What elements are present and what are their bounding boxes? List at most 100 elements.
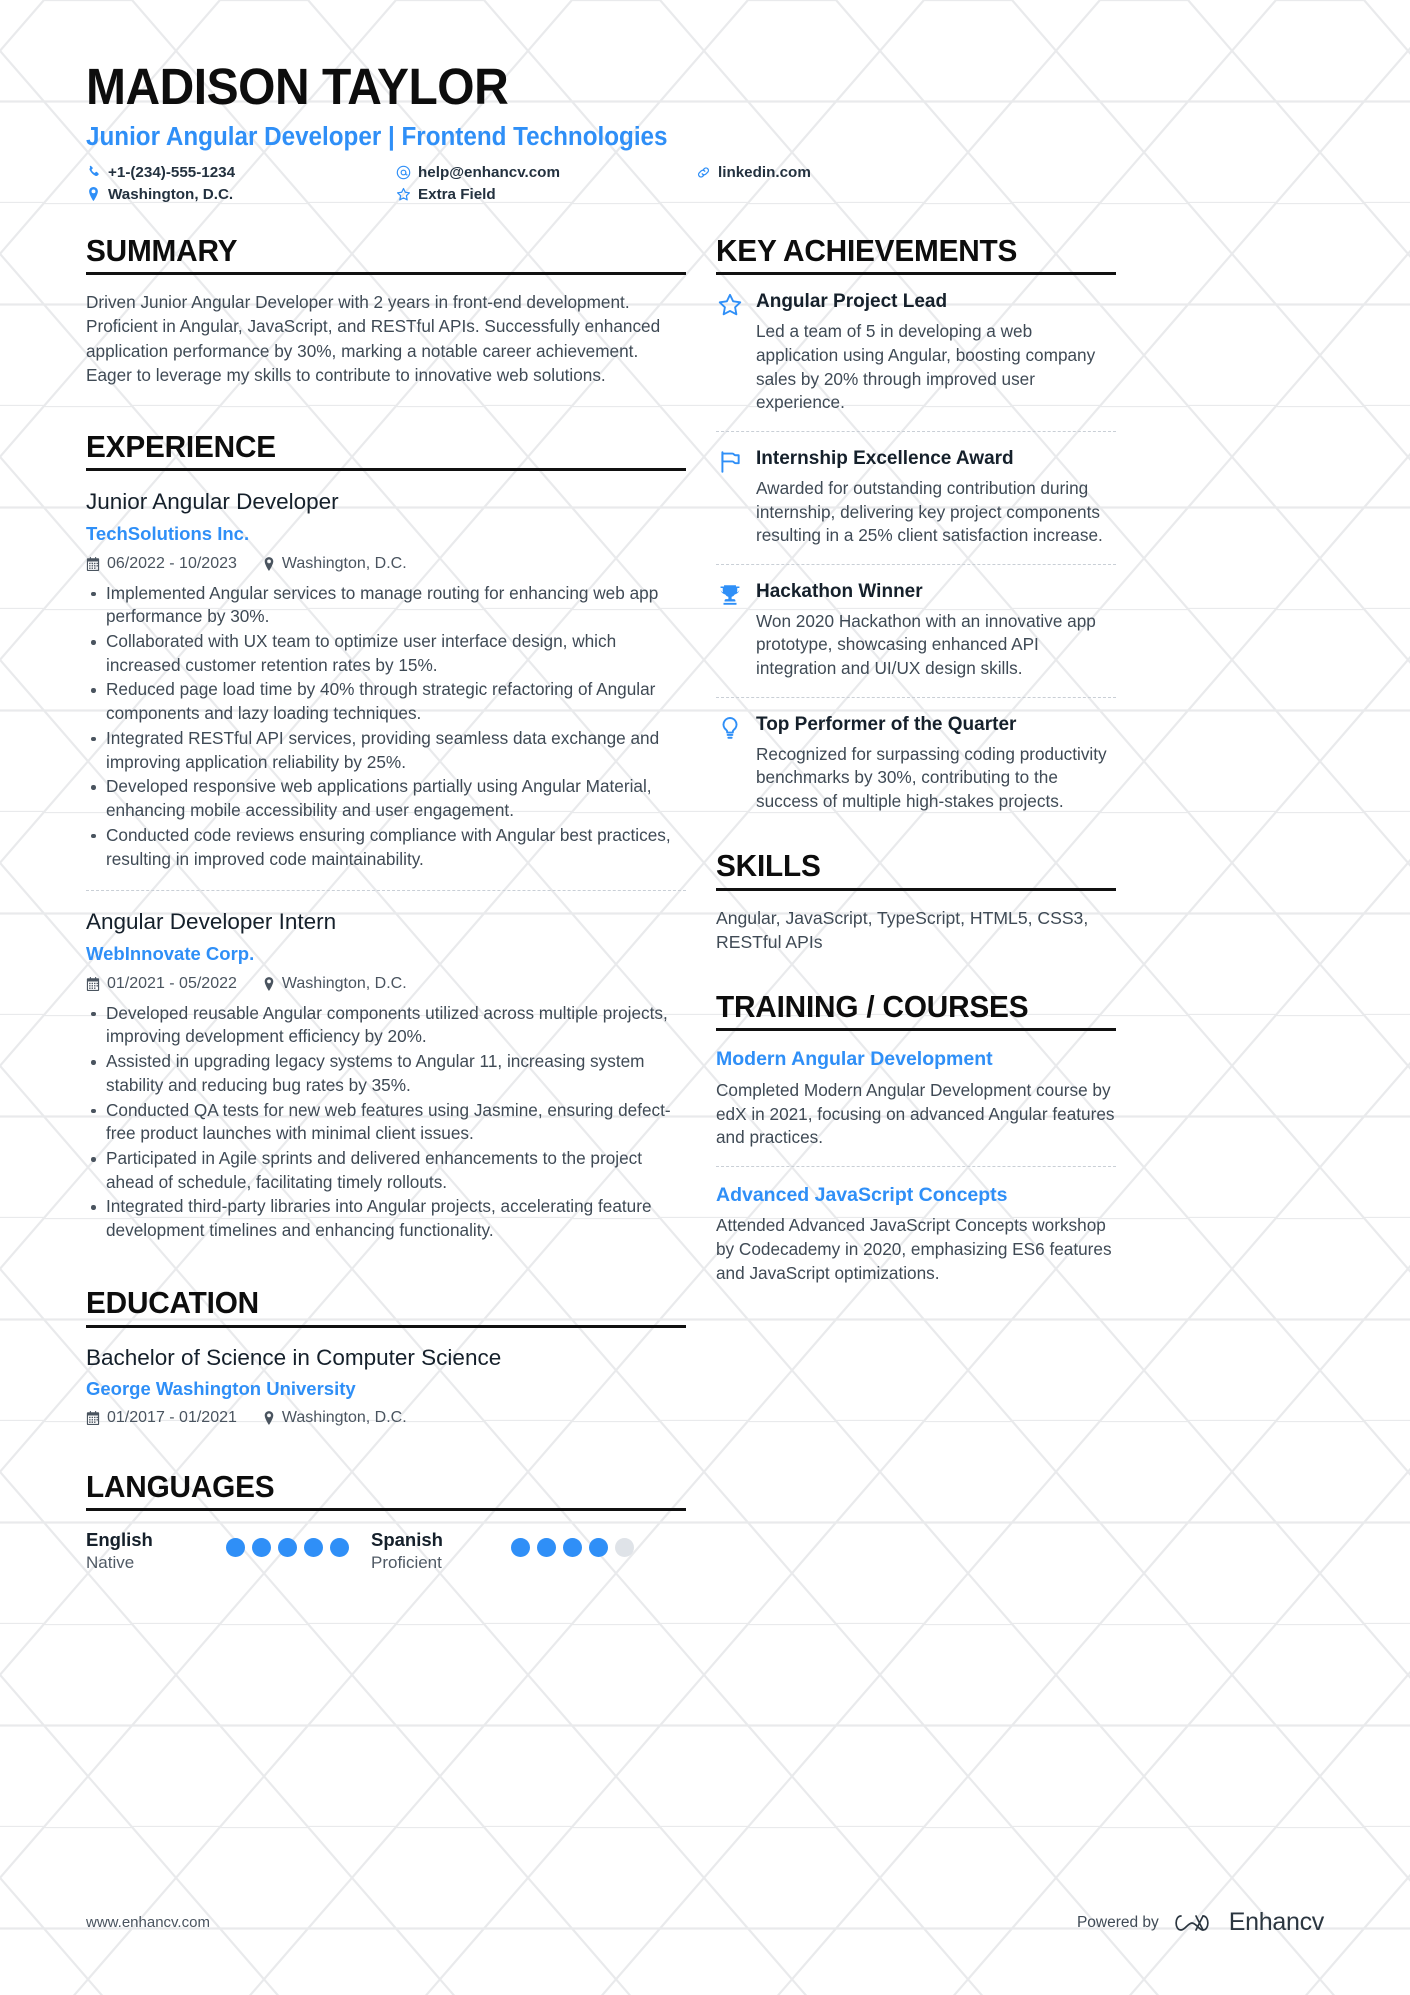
achievement-description: Led a team of 5 in developing a web appl… [756,321,1096,413]
section-summary: SUMMARY Driven Junior Angular Developer … [86,233,686,387]
achievement-item: Angular Project Lead Led a team of 5 in … [716,275,1116,415]
calendar-icon [86,976,100,991]
course-item: Modern Angular Development Completed Mod… [716,1031,1116,1150]
rating-dot [511,1538,530,1558]
footer-url[interactable]: www.enhancv.com [86,1914,210,1931]
resume-page: MADISON TAYLOR Junior Angular Developer … [0,0,1410,1995]
trophy-icon [716,580,744,681]
bullet-list: Developed reusable Angular components ut… [86,1002,686,1243]
entry-location: Washington, D.C. [263,555,407,573]
contact-email[interactable]: help@enhancv.com [396,164,696,181]
achievement-item: Internship Excellence Award Awarded for … [716,431,1116,548]
right-column: KEY ACHIEVEMENTS Angular Project Lead Le… [716,233,1116,1578]
degree-title: Bachelor of Science in Computer Science [86,1344,502,1370]
entry-location: Washington, D.C. [263,1409,407,1427]
list-item: Developed responsive web applications pa… [86,775,686,822]
rating-dot [304,1538,323,1558]
contact-location[interactable]: Washington, D.C. [86,186,396,203]
location-icon [86,187,101,202]
entry-meta: 01/2017 - 01/2021 Washington, D.C. [86,1409,686,1427]
section-rule [716,887,1116,891]
location-icon [263,556,275,571]
section-key-achievements: KEY ACHIEVEMENTS Angular Project Lead Le… [716,233,1116,814]
company-name: WebInnovate Corp. [86,943,255,965]
lightbulb-icon [716,713,744,814]
list-item: Reduced page load time by 40% through st… [86,678,686,725]
course-description: Completed Modern Angular Development cou… [716,1079,1115,1148]
headline: Junior Angular Developer | Frontend Tech… [86,123,668,152]
course-description: Attended Advanced JavaScript Concepts wo… [716,1215,1112,1283]
achievement-description: Recognized for surpassing coding product… [756,743,1107,812]
list-item: Integrated third-party libraries into An… [86,1195,686,1242]
course-title: Advanced JavaScript Concepts [716,1184,1008,1206]
language-list: English Native Spanish Proficient [86,1528,686,1573]
phone-icon [86,165,101,179]
job-title: Angular Developer Intern [86,909,337,935]
section-title-experience: EXPERIENCE [86,428,276,464]
location-icon [263,1410,275,1425]
skills-text: Angular, JavaScript, TypeScript, HTML5, … [716,907,1089,953]
contact-linkedin[interactable]: linkedin.com [696,164,1324,181]
list-item: Assisted in upgrading legacy systems to … [86,1050,686,1097]
contact-phone-text: +1-(234)-555-1234 [108,163,236,181]
list-item: Collaborated with UX team to optimize us… [86,630,686,677]
list-item: Developed reusable Angular components ut… [86,1002,686,1049]
contact-phone[interactable]: +1-(234)-555-1234 [86,164,396,181]
footer-branding: Powered by Enhancv [1077,1908,1324,1937]
achievement-title: Top Performer of the Quarter [756,713,1017,735]
list-item: Implemented Angular services to manage r… [86,582,686,629]
entry-dates: 06/2022 - 10/2023 [86,555,237,573]
calendar-icon [86,1410,100,1425]
section-education: EDUCATION Bachelor of Science in Compute… [86,1285,686,1427]
summary-text: Driven Junior Angular Developer with 2 y… [86,292,661,385]
entry-location-text: Washington, D.C. [281,1408,407,1426]
section-rule [86,1508,686,1512]
entry-dates: 01/2021 - 05/2022 [86,975,237,993]
enhancv-logo-icon [1172,1910,1216,1936]
rating-dot [589,1538,608,1558]
link-icon [696,165,711,180]
section-title-skills: SKILLS [716,847,821,883]
section-title-key-achievements: KEY ACHIEVEMENTS [716,232,1018,268]
course-item: Advanced JavaScript Concepts Attended Ad… [716,1166,1116,1286]
rating-dot [537,1538,556,1558]
star-outline-icon [396,187,411,202]
school-name: George Washington University [86,1377,356,1399]
section-title-education: EDUCATION [86,1284,259,1320]
section-title-languages: LANGUAGES [86,1468,275,1504]
language-rating-english [226,1528,349,1558]
entry-meta: 01/2021 - 05/2022 Washington, D.C. [86,975,686,993]
language-item-english: English Native [86,1528,371,1573]
contact-email-text: help@enhancv.com [418,163,560,181]
flag-icon [716,447,744,548]
achievement-item: Top Performer of the Quarter Recognized … [716,696,1116,814]
brand-name: Enhancv [1228,1908,1325,1936]
location-icon [263,976,275,991]
achievement-title: Angular Project Lead [756,291,948,313]
resume-header: MADISON TAYLOR Junior Angular Developer … [86,58,1324,203]
section-rule [86,272,686,276]
achievement-title: Hackathon Winner [756,580,923,602]
language-item-spanish: Spanish Proficient [371,1528,634,1573]
section-experience: EXPERIENCE Junior Angular Developer Tech… [86,429,686,1243]
section-skills: SKILLS Angular, JavaScript, TypeScript, … [716,848,1116,955]
contact-info: +1-(234)-555-1234 help@enhancv.com linke… [86,164,1324,203]
entry-location-text: Washington, D.C. [281,554,407,572]
bullet-list: Implemented Angular services to manage r… [86,582,686,872]
section-title-summary: SUMMARY [86,232,238,268]
entry-dates-text: 06/2022 - 10/2023 [107,554,237,572]
language-level: Native [86,1553,135,1573]
entry-dates-text: 01/2017 - 01/2021 [107,1408,237,1426]
rating-dot [563,1538,582,1558]
rating-dot [278,1538,297,1558]
rating-dot-empty [615,1538,634,1558]
entry-location-text: Washington, D.C. [281,974,407,992]
experience-entry: Angular Developer Intern WebInnovate Cor… [86,890,686,1243]
calendar-icon [86,556,100,571]
section-title-training-courses: TRAINING / COURSES [716,988,1029,1024]
company-name: TechSolutions Inc. [86,523,250,545]
language-level: Proficient [371,1553,442,1573]
contact-extra-field[interactable]: Extra Field [396,186,696,203]
email-icon [396,165,411,180]
achievement-item: Hackathon Winner Won 2020 Hackathon with… [716,563,1116,681]
